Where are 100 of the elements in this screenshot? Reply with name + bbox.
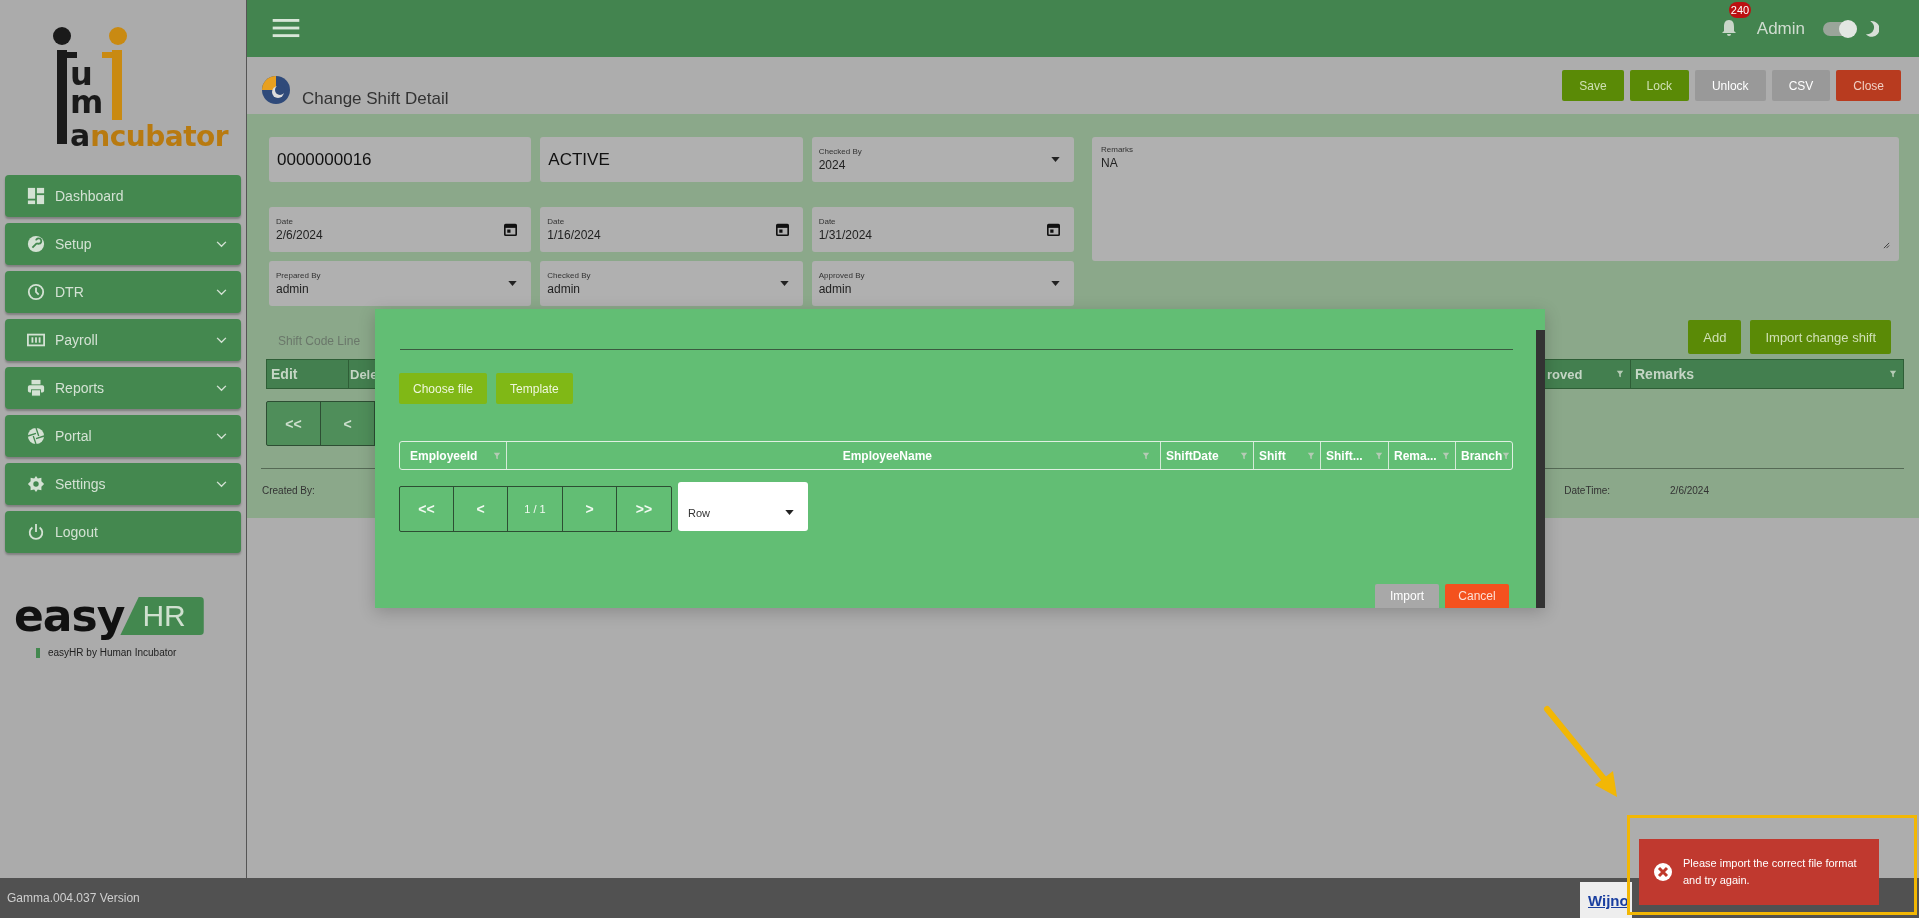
page-size-select[interactable]: Row (678, 482, 808, 531)
sidebar-item[interactable]: Reports (5, 367, 241, 409)
sidebar-item[interactable]: Payroll (5, 319, 241, 361)
column-header[interactable]: Edit (267, 360, 349, 388)
select-field[interactable]: Checked By admin (540, 261, 803, 306)
field-value: NA (1101, 156, 1118, 170)
printer-icon (27, 379, 45, 397)
logo-letter: u (70, 60, 94, 88)
select-field[interactable]: Approved By admin (811, 261, 1074, 306)
page-indicator: 1 / 1 (508, 487, 563, 531)
pager-button[interactable]: < (454, 487, 508, 531)
date-field[interactable]: Date 1/16/2024 (540, 207, 803, 252)
sidebar-item[interactable]: Logout (5, 511, 241, 553)
field-label: Checked By (818, 147, 862, 156)
sidebar-item[interactable]: Setup (5, 223, 241, 265)
pager-button[interactable]: >> (617, 487, 671, 531)
column-header[interactable]: Remarks (1631, 360, 1903, 388)
brand-caption: easyHR by Human Incubator (48, 647, 177, 658)
field-value: 1/31/2024 (818, 228, 873, 242)
caret-icon (508, 281, 518, 286)
brand-bar (36, 647, 40, 658)
info-value: 2/6/2024 (1670, 485, 1709, 496)
dialog-button[interactable]: Template (496, 373, 573, 404)
pager-button[interactable]: << (267, 402, 321, 445)
notification-badge: 240 (1728, 1, 1752, 18)
user-name[interactable]: Admin (1756, 18, 1805, 39)
caret-icon (779, 281, 789, 286)
field-label: Date (818, 217, 837, 226)
calendar-icon (775, 223, 789, 236)
column-header[interactable]: Shift (1254, 442, 1321, 469)
column-header[interactable]: EmployeeName (507, 442, 1161, 469)
scrollbar[interactable] (1536, 330, 1545, 608)
field-value: admin (818, 282, 853, 296)
date-field[interactable]: Date 2/6/2024 (269, 207, 532, 252)
filter-icon (1240, 451, 1248, 460)
field-value: 2/6/2024 (276, 228, 323, 242)
toolbar-button[interactable]: Save (1562, 70, 1624, 101)
filter-icon (1502, 451, 1511, 460)
field-value: 1/16/2024 (547, 228, 601, 242)
link[interactable]: Wijno (1588, 891, 1629, 909)
date-field[interactable]: Date 1/31/2024 (811, 207, 1074, 252)
theme-toggle[interactable] (1823, 21, 1855, 36)
filter-icon (1616, 370, 1624, 378)
field-value: admin (276, 282, 310, 296)
error-icon (1653, 862, 1673, 882)
day-night-icon (261, 74, 291, 105)
sidebar-item[interactable]: Settings (5, 463, 241, 505)
aperture-icon (27, 427, 45, 445)
calendar-icon (1047, 223, 1060, 236)
sidebar-item[interactable]: Dashboard (5, 175, 241, 217)
filter-icon (1889, 370, 1897, 378)
text-field[interactable]: 0000000016 (269, 137, 532, 182)
field-label: Checked By (547, 271, 591, 280)
wrench-icon (27, 235, 45, 253)
filter-icon (1375, 451, 1383, 460)
field-label: Date (276, 217, 294, 226)
logo-wordmark: ncubator (90, 120, 229, 153)
logo-letter: m (70, 88, 104, 116)
grid-button[interactable]: Add (1688, 320, 1742, 354)
page-title: Change Shift Detail (302, 88, 449, 109)
menu-icon[interactable] (272, 19, 300, 38)
filter-icon (1307, 451, 1315, 460)
column-header[interactable]: ShiftDate (1161, 442, 1254, 469)
filter-icon (1442, 451, 1450, 460)
cash-icon (27, 331, 45, 349)
toolbar-button[interactable]: Close (1836, 70, 1901, 101)
pager-button[interactable]: << (400, 487, 454, 531)
dialog-button[interactable]: Choose file (399, 373, 488, 404)
select-field[interactable]: Checked By 2024 (811, 137, 1074, 182)
power-icon (27, 523, 45, 541)
toolbar-button[interactable]: Lock (1629, 70, 1689, 101)
clock-icon (27, 283, 45, 301)
remarks-field[interactable]: Remarks NA (1092, 137, 1899, 261)
sidebar-item[interactable]: Portal (5, 415, 241, 457)
dialog-button[interactable]: Cancel (1445, 584, 1509, 608)
toast-message: Please import the correct file format and try again. (1683, 856, 1858, 888)
column-header[interactable]: Rema... (1389, 442, 1456, 469)
calendar-icon (504, 223, 518, 236)
text-field[interactable]: ACTIVE (540, 137, 803, 182)
filter-icon (1142, 451, 1150, 460)
version-text: Gamma.004.037 Version (7, 891, 140, 905)
column-header[interactable]: Shift... (1321, 442, 1389, 469)
caret-icon (1051, 281, 1060, 286)
caret-icon (1051, 157, 1060, 162)
info-label: Created By: (262, 485, 315, 496)
column-header[interactable]: Branch (1456, 442, 1512, 469)
field-label: Remarks (1101, 145, 1133, 154)
field-value: admin (547, 282, 581, 296)
settings-icon (27, 475, 45, 493)
info-label: DateTime: (1564, 485, 1611, 496)
select-field[interactable]: Prepared By admin (269, 261, 532, 306)
pager-button[interactable]: > (563, 487, 617, 531)
dashboard-icon (27, 187, 45, 205)
filter-icon (493, 451, 501, 460)
sidebar-item[interactable]: DTR (5, 271, 241, 313)
moon-icon[interactable] (1865, 19, 1879, 38)
grid-button[interactable]: Import change shift (1750, 320, 1891, 354)
logo-letter: a (70, 118, 91, 153)
column-header[interactable]: EmployeeId (400, 442, 507, 469)
field-label: Date (547, 217, 566, 226)
